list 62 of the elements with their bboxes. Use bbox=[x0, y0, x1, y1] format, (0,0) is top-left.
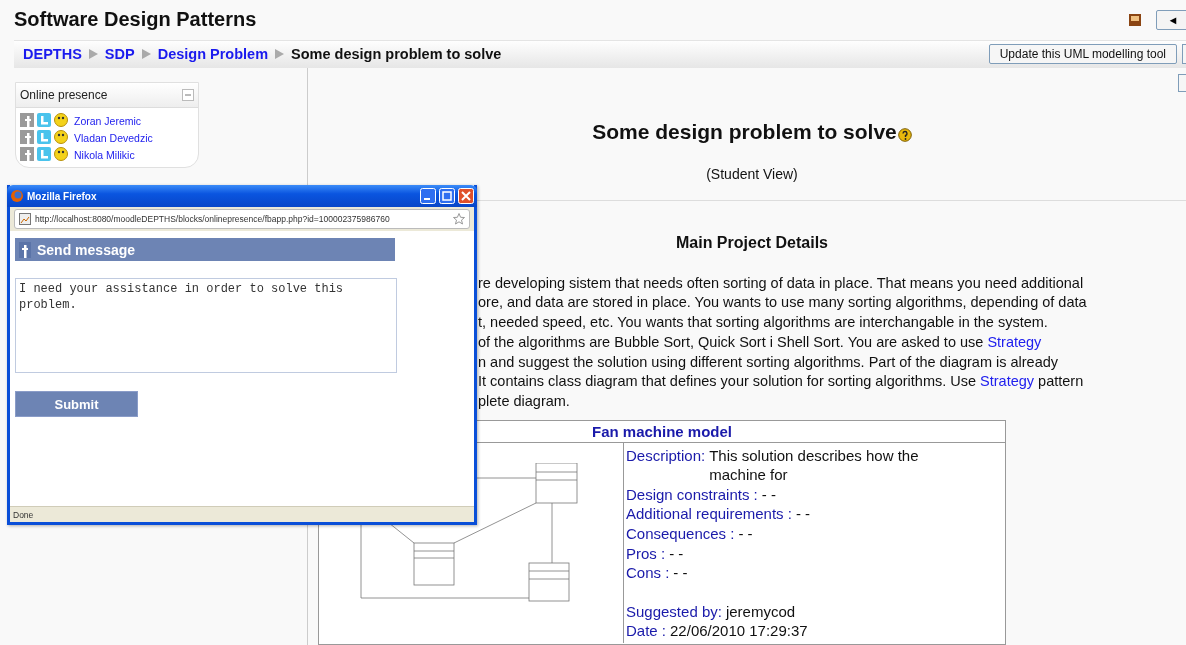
paragraph-text: It contains class diagram that defines your solution for sorting algorithms. Use bbox=[478, 372, 977, 392]
collapse-icon[interactable] bbox=[182, 88, 194, 101]
separator-icon bbox=[141, 49, 151, 60]
field-value: - - bbox=[761, 484, 777, 505]
pattern-link[interactable]: Strategy bbox=[980, 372, 1035, 392]
header-title: Send message bbox=[37, 241, 136, 258]
field-label: Cons : bbox=[626, 563, 670, 583]
page-icon bbox=[19, 213, 31, 225]
field-label: Description: bbox=[626, 445, 706, 466]
minimize-icon[interactable] bbox=[420, 188, 436, 204]
paragraph-text: pattern bbox=[1038, 372, 1084, 392]
toolbar-button[interactable] bbox=[1178, 73, 1186, 92]
details-heading: Main Project Details bbox=[675, 233, 828, 252]
browser-logo-icon bbox=[10, 189, 24, 203]
status-text: Done bbox=[10, 506, 474, 522]
star-icon[interactable] bbox=[453, 213, 465, 225]
field-label: Design constraints : bbox=[626, 484, 758, 505]
status-icon bbox=[54, 112, 68, 127]
field-value: jeremycod bbox=[725, 601, 797, 622]
message-field[interactable]: I need your assistance in order to solve this problem. bbox=[15, 278, 397, 373]
status-icon bbox=[54, 129, 68, 144]
window-title: Mozilla Firefox bbox=[27, 190, 98, 202]
book-icon[interactable] bbox=[1128, 12, 1142, 27]
field-label: Suggested by: bbox=[626, 601, 722, 622]
back-button[interactable]: ◄ bbox=[1156, 9, 1186, 30]
paragraph-text: t, needed speed, etc. You wants that sorting algorithms are interchangable in the system. bbox=[478, 313, 1048, 333]
course-title: Software Design Patterns bbox=[14, 8, 257, 32]
breadcrumb-link[interactable]: Design Problem bbox=[157, 46, 269, 63]
update-tool-button[interactable]: Update this UML modelling tool bbox=[988, 44, 1177, 65]
paragraph-text: re developing sistem that needs often sorting of data in place. That means you need additional bbox=[478, 273, 1084, 293]
field-value: - - bbox=[795, 504, 812, 525]
field-value: - - bbox=[669, 543, 685, 564]
paragraph-text: plete diagram. bbox=[478, 391, 570, 411]
user-link[interactable]: Zoran Jeremic bbox=[74, 114, 142, 127]
breadcrumb-link[interactable]: DEPTHS bbox=[23, 46, 82, 63]
breadcrumb-link[interactable]: SDP bbox=[104, 46, 135, 63]
address-field[interactable]: http://localhost:8080/moodleDEPTHS/blocks/onlinepresence/fbapp.php?id=100002375986760 bbox=[14, 209, 470, 229]
help-icon[interactable] bbox=[897, 127, 912, 142]
user-link[interactable]: Vladan Devedzic bbox=[74, 131, 153, 144]
pattern-link[interactable]: Strategy bbox=[987, 332, 1042, 353]
field-value: - - bbox=[738, 524, 754, 544]
field-label: Consequences : bbox=[626, 524, 735, 544]
status-icon bbox=[54, 146, 68, 161]
paragraph-text: ore, and data are stored in place. You wants to use many sorting algorithms, depending of data bbox=[478, 293, 1087, 313]
maximize-icon[interactable] bbox=[439, 188, 455, 204]
view-label: (Student View) bbox=[706, 165, 798, 182]
submit-button[interactable]: Submit bbox=[15, 391, 138, 417]
breadcrumb-current: Some design problem to solve bbox=[291, 46, 502, 63]
field-label: Pros : bbox=[626, 543, 666, 564]
block-title: Online presence bbox=[20, 87, 108, 102]
field-label: Additional requirements : bbox=[626, 504, 792, 525]
user-link[interactable]: Nikola Milikic bbox=[74, 148, 135, 161]
field-value: 22/06/2010 17:29:37 bbox=[670, 621, 809, 641]
paragraph-text: n and suggest the solution using different sorting algorithms. Part of the diagram is already bbox=[478, 352, 1059, 372]
separator-icon bbox=[88, 49, 98, 60]
close-icon[interactable] bbox=[458, 188, 474, 204]
separator-icon bbox=[275, 49, 285, 60]
field-label: Date : bbox=[626, 621, 667, 641]
problem-title: Some design problem to solve bbox=[592, 119, 897, 144]
field-value: This solution describes how the machine for bbox=[709, 445, 920, 485]
paragraph-text: of the algorithms are Bubble Sort, Quick Sort i Shell Sort. You are asked to use bbox=[478, 332, 984, 352]
field-value: - - bbox=[673, 563, 689, 583]
